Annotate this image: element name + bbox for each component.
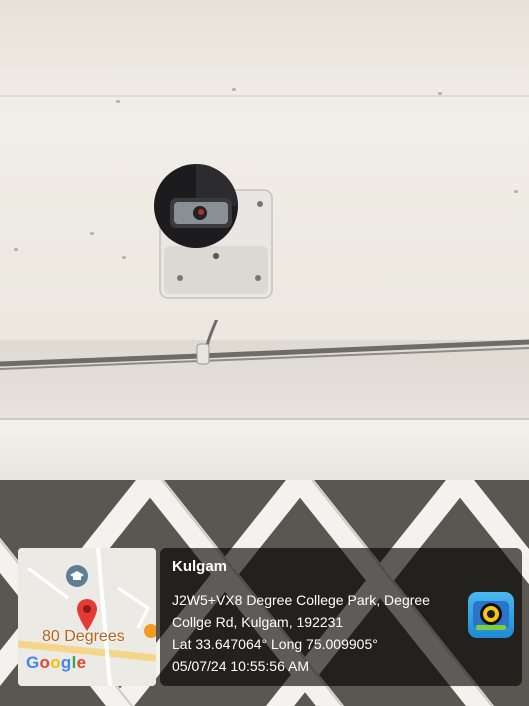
wall-speck	[122, 256, 126, 259]
gps-stamp-overlay: Kulgam J2W5+VX8 Degree College Park, Deg…	[160, 548, 522, 686]
stamp-address-line1: J2W5+VX8 Degree College Park, Degree	[172, 592, 430, 608]
stamp-datetime: 05/07/24 10:55:56 AM	[172, 658, 309, 674]
wall-speck	[232, 88, 236, 91]
wall-speck	[90, 232, 94, 235]
stamp-coordinates: Lat 33.647064° Long 75.009905°	[172, 636, 378, 652]
wall-speck	[514, 190, 518, 193]
cable-conduit	[0, 320, 529, 370]
camera-app-icon	[468, 592, 514, 638]
wall-speck	[14, 248, 18, 251]
graduation-cap-icon	[66, 565, 88, 587]
map-place-label: 80 Degrees	[42, 628, 125, 645]
wall-speck	[438, 92, 442, 95]
google-logo: Google	[26, 653, 87, 672]
balcony-railing	[0, 418, 529, 485]
location-pin-icon	[77, 599, 97, 631]
food-marker-icon	[144, 624, 156, 638]
wall-speck	[116, 100, 120, 103]
stamp-place: Kulgam	[172, 558, 228, 575]
ceiling-beam	[0, 0, 529, 97]
stamp-address-line2: Collge Rd, Kulgam, 192231	[172, 614, 344, 630]
map-thumbnail: 80 Degrees Google	[18, 548, 156, 686]
cctv-camera	[150, 160, 280, 320]
